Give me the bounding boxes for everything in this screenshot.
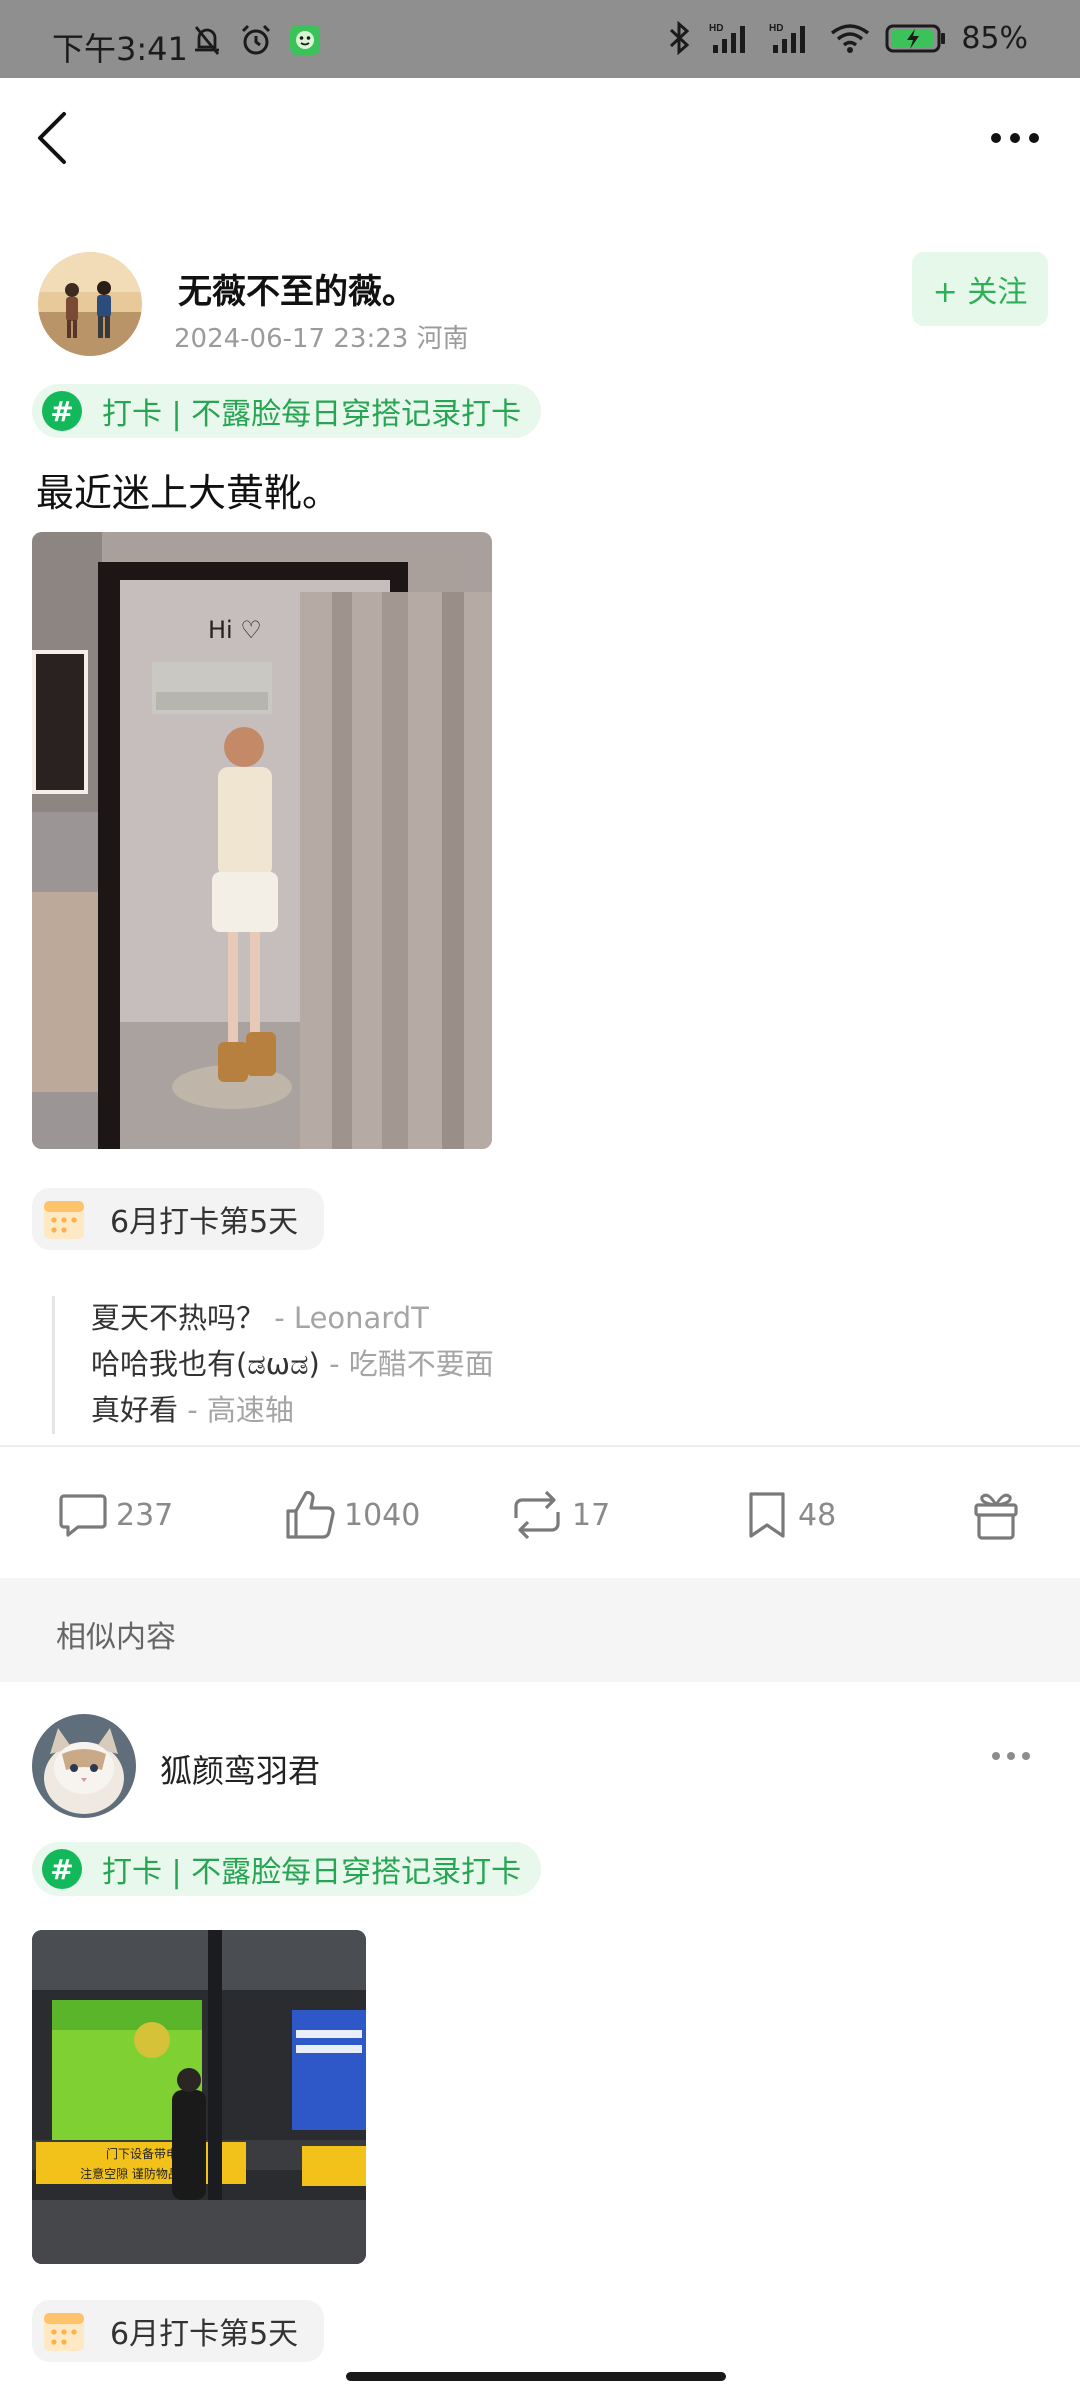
like-button[interactable]: 1040: [282, 1480, 420, 1550]
status-bar: 下午3:41 HD HD 85%: [0, 0, 1080, 78]
card-more-button[interactable]: [992, 1752, 1030, 1760]
battery-charging-icon: [885, 24, 946, 53]
comments-preview[interactable]: 夏天不热吗？ - LeonardT 哈哈我也有(ಡωಡ) - 吃醋不要面 真好看…: [52, 1296, 952, 1434]
more-horizontal-icon: [992, 1752, 1000, 1760]
post-author: 无薇不至的薇。 2024-06-17 23:23 河南 + 关注: [38, 250, 1048, 360]
status-right-icons: HD HD 85%: [665, 20, 1028, 56]
thumbs-up-icon: [286, 1490, 335, 1539]
comment-item[interactable]: 哈哈我也有(ಡωಡ) - 吃醋不要面: [91, 1342, 952, 1388]
topic-tag[interactable]: # 打卡 | 不露脸每日穿搭记录打卡: [32, 1842, 542, 1896]
like-count: 1040: [344, 1497, 421, 1533]
home-indicator[interactable]: [346, 2372, 726, 2381]
bookmark-button[interactable]: 48: [742, 1480, 836, 1550]
signal-hd-icon: HD: [709, 23, 746, 53]
app-notification-icon: [290, 25, 320, 55]
comment-item[interactable]: 真好看 - 高速轴: [91, 1388, 952, 1434]
similar-content-header: 相似内容: [0, 1578, 1080, 1682]
topic-tag[interactable]: # 打卡 | 不露脸每日穿搭记录打卡: [32, 384, 542, 438]
more-options-button[interactable]: [980, 108, 1050, 168]
comment-icon: [59, 1494, 107, 1537]
avatar[interactable]: [32, 1714, 136, 1818]
battery-percent: 85%: [961, 20, 1028, 56]
chevron-left-icon: [38, 112, 66, 164]
back-button[interactable]: [28, 108, 88, 168]
top-bar: [0, 78, 1080, 204]
avatar[interactable]: [38, 252, 142, 356]
checkin-badge: 6月打卡第5天: [32, 2300, 325, 2362]
post-date: 2024-06-17 23:23: [174, 324, 409, 354]
svg-text:HD: HD: [709, 23, 723, 34]
alarm-icon: [241, 24, 271, 55]
similar-content-title: 相似内容: [56, 1620, 176, 1655]
post-location: 河南: [416, 324, 469, 354]
author-name[interactable]: 无薇不至的薇。: [178, 264, 416, 313]
follow-button[interactable]: + 关注: [912, 252, 1048, 326]
svg-text:HD: HD: [769, 23, 783, 34]
comment-count: 237: [116, 1497, 174, 1533]
gift-button[interactable]: [970, 1480, 1028, 1550]
topic-label: 打卡 | 不露脸每日穿搭记录打卡: [102, 397, 522, 432]
wifi-icon: [831, 24, 870, 53]
bookmark-icon: [749, 1492, 785, 1538]
bluetooth-icon: [670, 20, 690, 56]
bookmark-count: 48: [798, 1497, 837, 1533]
signal-hd-icon: HD: [769, 23, 806, 53]
status-left-icons: [190, 22, 322, 58]
mute-icon: [194, 26, 220, 55]
gift-icon: [974, 1493, 1018, 1540]
post-text: 最近迷上大黄靴。: [36, 471, 341, 515]
topic-label: 打卡 | 不露脸每日穿搭记录打卡: [102, 1855, 522, 1890]
mirror-caption: Hi ♡: [208, 616, 262, 644]
similar-post-card[interactable]: 狐颜鸾羽君 # 打卡 | 不露脸每日穿搭记录打卡 门下设备带电 注意空隙 谨防物…: [0, 1682, 1080, 2400]
checkin-label: 6月打卡第5天: [110, 1205, 299, 1240]
action-bar: 237 1040 17 48: [0, 1470, 1080, 1560]
calendar-icon: [44, 2313, 84, 2351]
checkin-badge: 6月打卡第5天: [32, 1188, 325, 1250]
comment-button[interactable]: 237: [56, 1480, 173, 1550]
warning-text: 门下设备带电: [106, 2146, 178, 2161]
calendar-icon: [44, 1201, 84, 1239]
more-horizontal-icon: [991, 133, 1001, 143]
post-image[interactable]: Hi ♡: [32, 532, 492, 1149]
post-image[interactable]: 门下设备带电 注意空隙 谨防物品掉落: [32, 1930, 366, 2264]
repost-icon: [514, 1490, 560, 1540]
repost-button[interactable]: 17: [508, 1480, 610, 1550]
status-time: 下午3:41: [52, 30, 188, 68]
hashtag-icon: #: [42, 1849, 82, 1889]
comment-item[interactable]: 夏天不热吗？ - LeonardT: [91, 1296, 952, 1342]
hashtag-icon: #: [42, 391, 82, 431]
checkin-label: 6月打卡第5天: [110, 2317, 299, 2352]
repost-count: 17: [572, 1497, 611, 1533]
author-name[interactable]: 狐颜鸾羽君: [160, 1746, 320, 1792]
post-meta: 2024-06-17 23:23 河南: [174, 318, 469, 355]
divider: [0, 1445, 1080, 1447]
